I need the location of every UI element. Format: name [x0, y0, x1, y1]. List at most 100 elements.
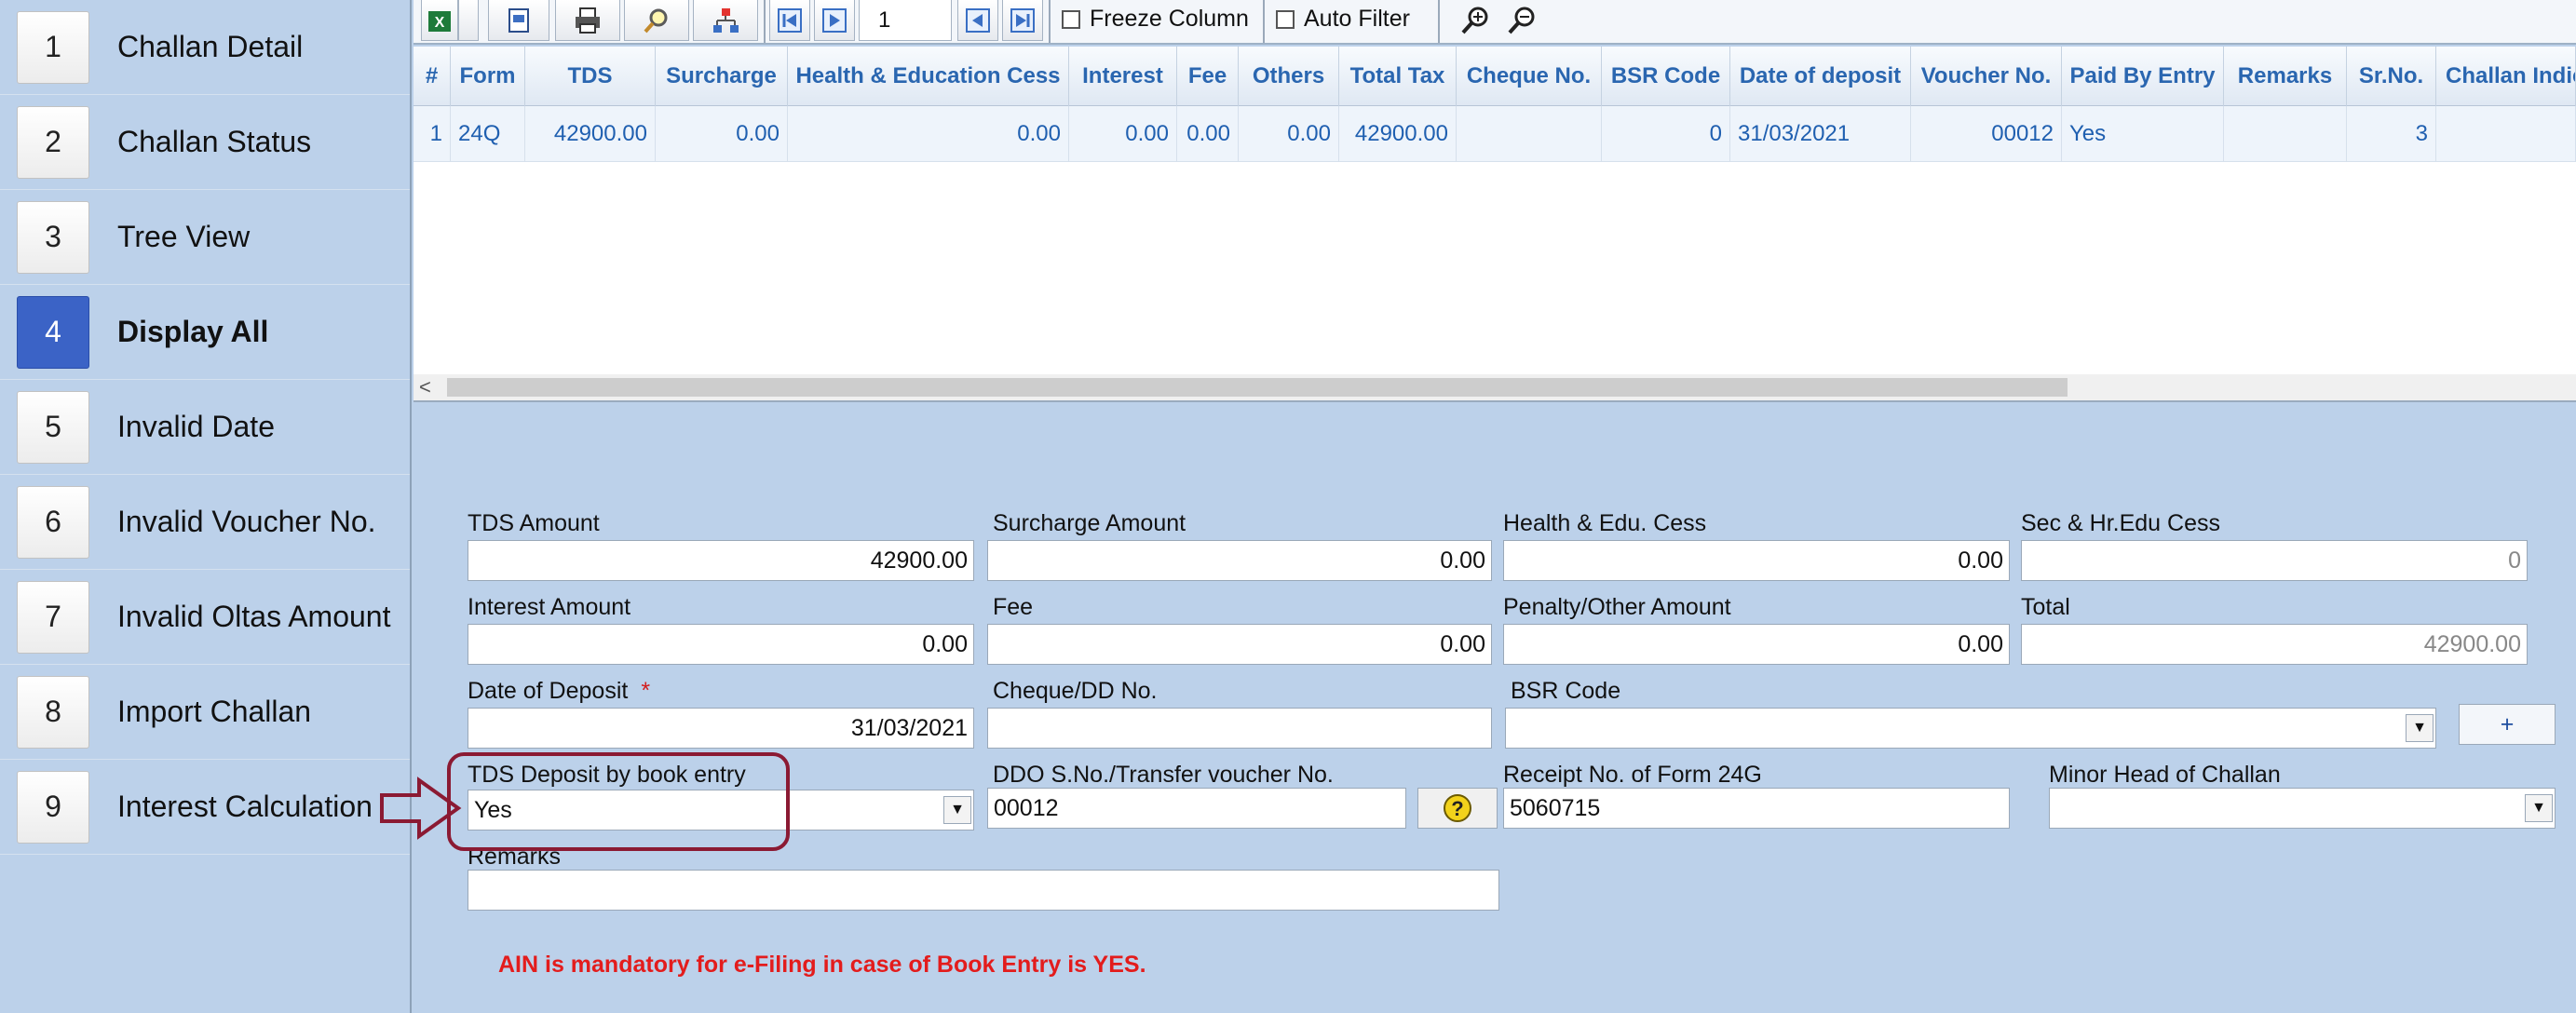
auto-filter-checkbox[interactable]: Auto Filter — [1276, 6, 1410, 33]
dropdown-arrow-icon[interactable]: ▼ — [2406, 714, 2434, 742]
sidebar-item-display-all[interactable]: 4 Display All — [0, 285, 410, 380]
grid-header-cell[interactable]: Voucher No. — [1911, 47, 2062, 106]
grid-header-cell[interactable]: Challan Indic — [2436, 47, 2576, 106]
grid-header-cell[interactable]: Others — [1239, 47, 1339, 106]
help-button[interactable]: ? — [1417, 788, 1498, 829]
sidebar-item-number[interactable]: 4 — [17, 295, 89, 369]
sidebar-item-number[interactable]: 2 — [17, 105, 89, 179]
grid-cell[interactable]: 00012 — [1911, 106, 2062, 162]
surcharge-amount-field[interactable]: 0.00 — [987, 540, 1492, 581]
table-row[interactable]: 1 24Q 42900.00 0.00 0.00 0.00 0.00 0.00 … — [414, 106, 2576, 162]
previous-page-button[interactable] — [814, 0, 855, 41]
dropdown-arrow-icon[interactable]: ▼ — [943, 796, 971, 824]
grid-header-cell[interactable]: # — [414, 47, 451, 106]
receipt-form-24g-field[interactable]: 5060715 — [1503, 788, 2010, 829]
grid-header-cell[interactable]: Form — [451, 47, 525, 106]
tds-amount-field[interactable]: 42900.00 — [468, 540, 974, 581]
grid-header-cell[interactable]: Sr.No. — [2347, 47, 2436, 106]
minor-head-dropdown[interactable]: ▼ — [2049, 788, 2556, 829]
bsr-code-dropdown[interactable]: ▼ — [1505, 708, 2436, 749]
grid-cell[interactable]: 0.00 — [788, 106, 1069, 162]
checkbox-box[interactable] — [1276, 9, 1295, 29]
grid-header-cell[interactable]: Health & Education Cess — [788, 47, 1069, 106]
horizontal-scrollbar[interactable]: < — [414, 374, 2576, 400]
add-bsr-code-button[interactable]: + — [2459, 704, 2556, 745]
grid-cell[interactable]: 31/03/2021 — [1730, 106, 1911, 162]
grid-cell[interactable] — [1457, 106, 1602, 162]
penalty-other-amount-field[interactable]: 0.00 — [1503, 624, 2010, 665]
sidebar-item-challan-detail[interactable]: 1 Challan Detail — [0, 0, 410, 95]
hierarchy-button[interactable] — [693, 0, 758, 41]
sidebar-item-number[interactable]: 1 — [17, 10, 89, 84]
sidebar-item-label[interactable]: Invalid Date — [117, 410, 275, 444]
sidebar-item-number[interactable]: 9 — [17, 770, 89, 844]
find-button[interactable] — [624, 0, 689, 41]
interest-amount-field[interactable]: 0.00 — [468, 624, 974, 665]
grid-cell[interactable]: 0.00 — [1069, 106, 1177, 162]
dropdown-arrow-icon[interactable]: ▼ — [2525, 794, 2553, 822]
sidebar-item-label[interactable]: Challan Detail — [117, 30, 303, 64]
grid-cell[interactable]: 42900.00 — [1339, 106, 1457, 162]
sidebar-item-label[interactable]: Import Challan — [117, 695, 311, 729]
freeze-column-checkbox[interactable]: Freeze Column — [1062, 6, 1249, 33]
excel-export-button[interactable]: X — [421, 0, 458, 41]
grid-header-cell[interactable]: Total Tax — [1339, 47, 1457, 106]
grid-header-cell[interactable]: Surcharge — [656, 47, 788, 106]
grid-cell[interactable]: Yes — [2062, 106, 2224, 162]
grid-cell[interactable]: 1 — [414, 106, 451, 162]
grid-header-cell[interactable]: Paid By Entry — [2062, 47, 2224, 106]
sidebar-item-tree-view[interactable]: 3 Tree View — [0, 190, 410, 285]
sidebar-item-number[interactable]: 6 — [17, 485, 89, 559]
sidebar-item-number[interactable]: 8 — [17, 675, 89, 749]
grid-cell[interactable]: 3 — [2347, 106, 2436, 162]
grid-header-cell[interactable]: Date of deposit — [1730, 47, 1911, 106]
sidebar-item-import-challan[interactable]: 8 Import Challan — [0, 665, 410, 760]
sidebar-item-interest-calculation[interactable]: 9 Interest Calculation — [0, 760, 410, 855]
grid-cell[interactable]: 24Q — [451, 106, 525, 162]
date-of-deposit-field[interactable]: 31/03/2021 — [468, 708, 974, 749]
sidebar-item-invalid-oltas-amount[interactable]: 7 Invalid Oltas Amount — [0, 570, 410, 665]
grid-header-cell[interactable]: Interest — [1069, 47, 1177, 106]
grid-cell[interactable]: 0.00 — [656, 106, 788, 162]
grid-cell[interactable] — [2224, 106, 2347, 162]
sidebar-item-number[interactable]: 3 — [17, 200, 89, 274]
grid-header-cell[interactable]: BSR Code — [1602, 47, 1730, 106]
last-page-button[interactable] — [1002, 0, 1043, 41]
health-edu-cess-field[interactable]: 0.00 — [1503, 540, 2010, 581]
first-page-button[interactable] — [769, 0, 810, 41]
sidebar-item-label[interactable]: Invalid Oltas Amount — [117, 600, 390, 634]
ddo-transfer-voucher-field[interactable]: 00012 — [987, 788, 1406, 829]
sidebar-item-label[interactable]: Invalid Voucher No. — [117, 505, 376, 539]
grid-header-cell[interactable]: Cheque No. — [1457, 47, 1602, 106]
zoom-in-button[interactable] — [1457, 0, 1494, 41]
scroll-left-icon[interactable]: < — [419, 374, 431, 400]
sidebar-item-label[interactable]: Display All — [117, 315, 268, 349]
sidebar-item-invalid-date[interactable]: 5 Invalid Date — [0, 380, 410, 475]
fee-field[interactable]: 0.00 — [987, 624, 1492, 665]
remarks-field[interactable] — [468, 870, 1499, 911]
scrollbar-thumb[interactable] — [447, 378, 2068, 397]
grid-header-cell[interactable]: Fee — [1177, 47, 1239, 106]
grid-header-cell[interactable]: TDS — [525, 47, 656, 106]
print-button[interactable] — [555, 0, 620, 41]
page-number-field[interactable]: 1 — [859, 0, 952, 41]
sidebar-item-number[interactable]: 7 — [17, 580, 89, 654]
export-pdf-button[interactable] — [488, 0, 549, 41]
grid-cell[interactable]: 0 — [1602, 106, 1730, 162]
grid-cell[interactable] — [2436, 106, 2576, 162]
checkbox-box[interactable] — [1062, 9, 1080, 29]
sidebar-item-invalid-voucher-no[interactable]: 6 Invalid Voucher No. — [0, 475, 410, 570]
total-field[interactable]: 42900.00 — [2021, 624, 2528, 665]
grid-cell[interactable]: 42900.00 — [525, 106, 656, 162]
previous-record-button[interactable] — [957, 0, 998, 41]
sidebar-item-label[interactable]: Interest Calculation — [117, 790, 373, 824]
sidebar-item-label[interactable]: Challan Status — [117, 125, 311, 159]
zoom-out-button[interactable] — [1503, 0, 1540, 41]
sidebar-item-number[interactable]: 5 — [17, 390, 89, 464]
cheque-dd-no-field[interactable] — [987, 708, 1492, 749]
export-options-button[interactable] — [458, 0, 479, 41]
grid-header-cell[interactable]: Remarks — [2224, 47, 2347, 106]
sec-hr-edu-cess-field[interactable]: 0 — [2021, 540, 2528, 581]
grid-cell[interactable]: 0.00 — [1177, 106, 1239, 162]
sidebar-item-label[interactable]: Tree View — [117, 220, 250, 254]
